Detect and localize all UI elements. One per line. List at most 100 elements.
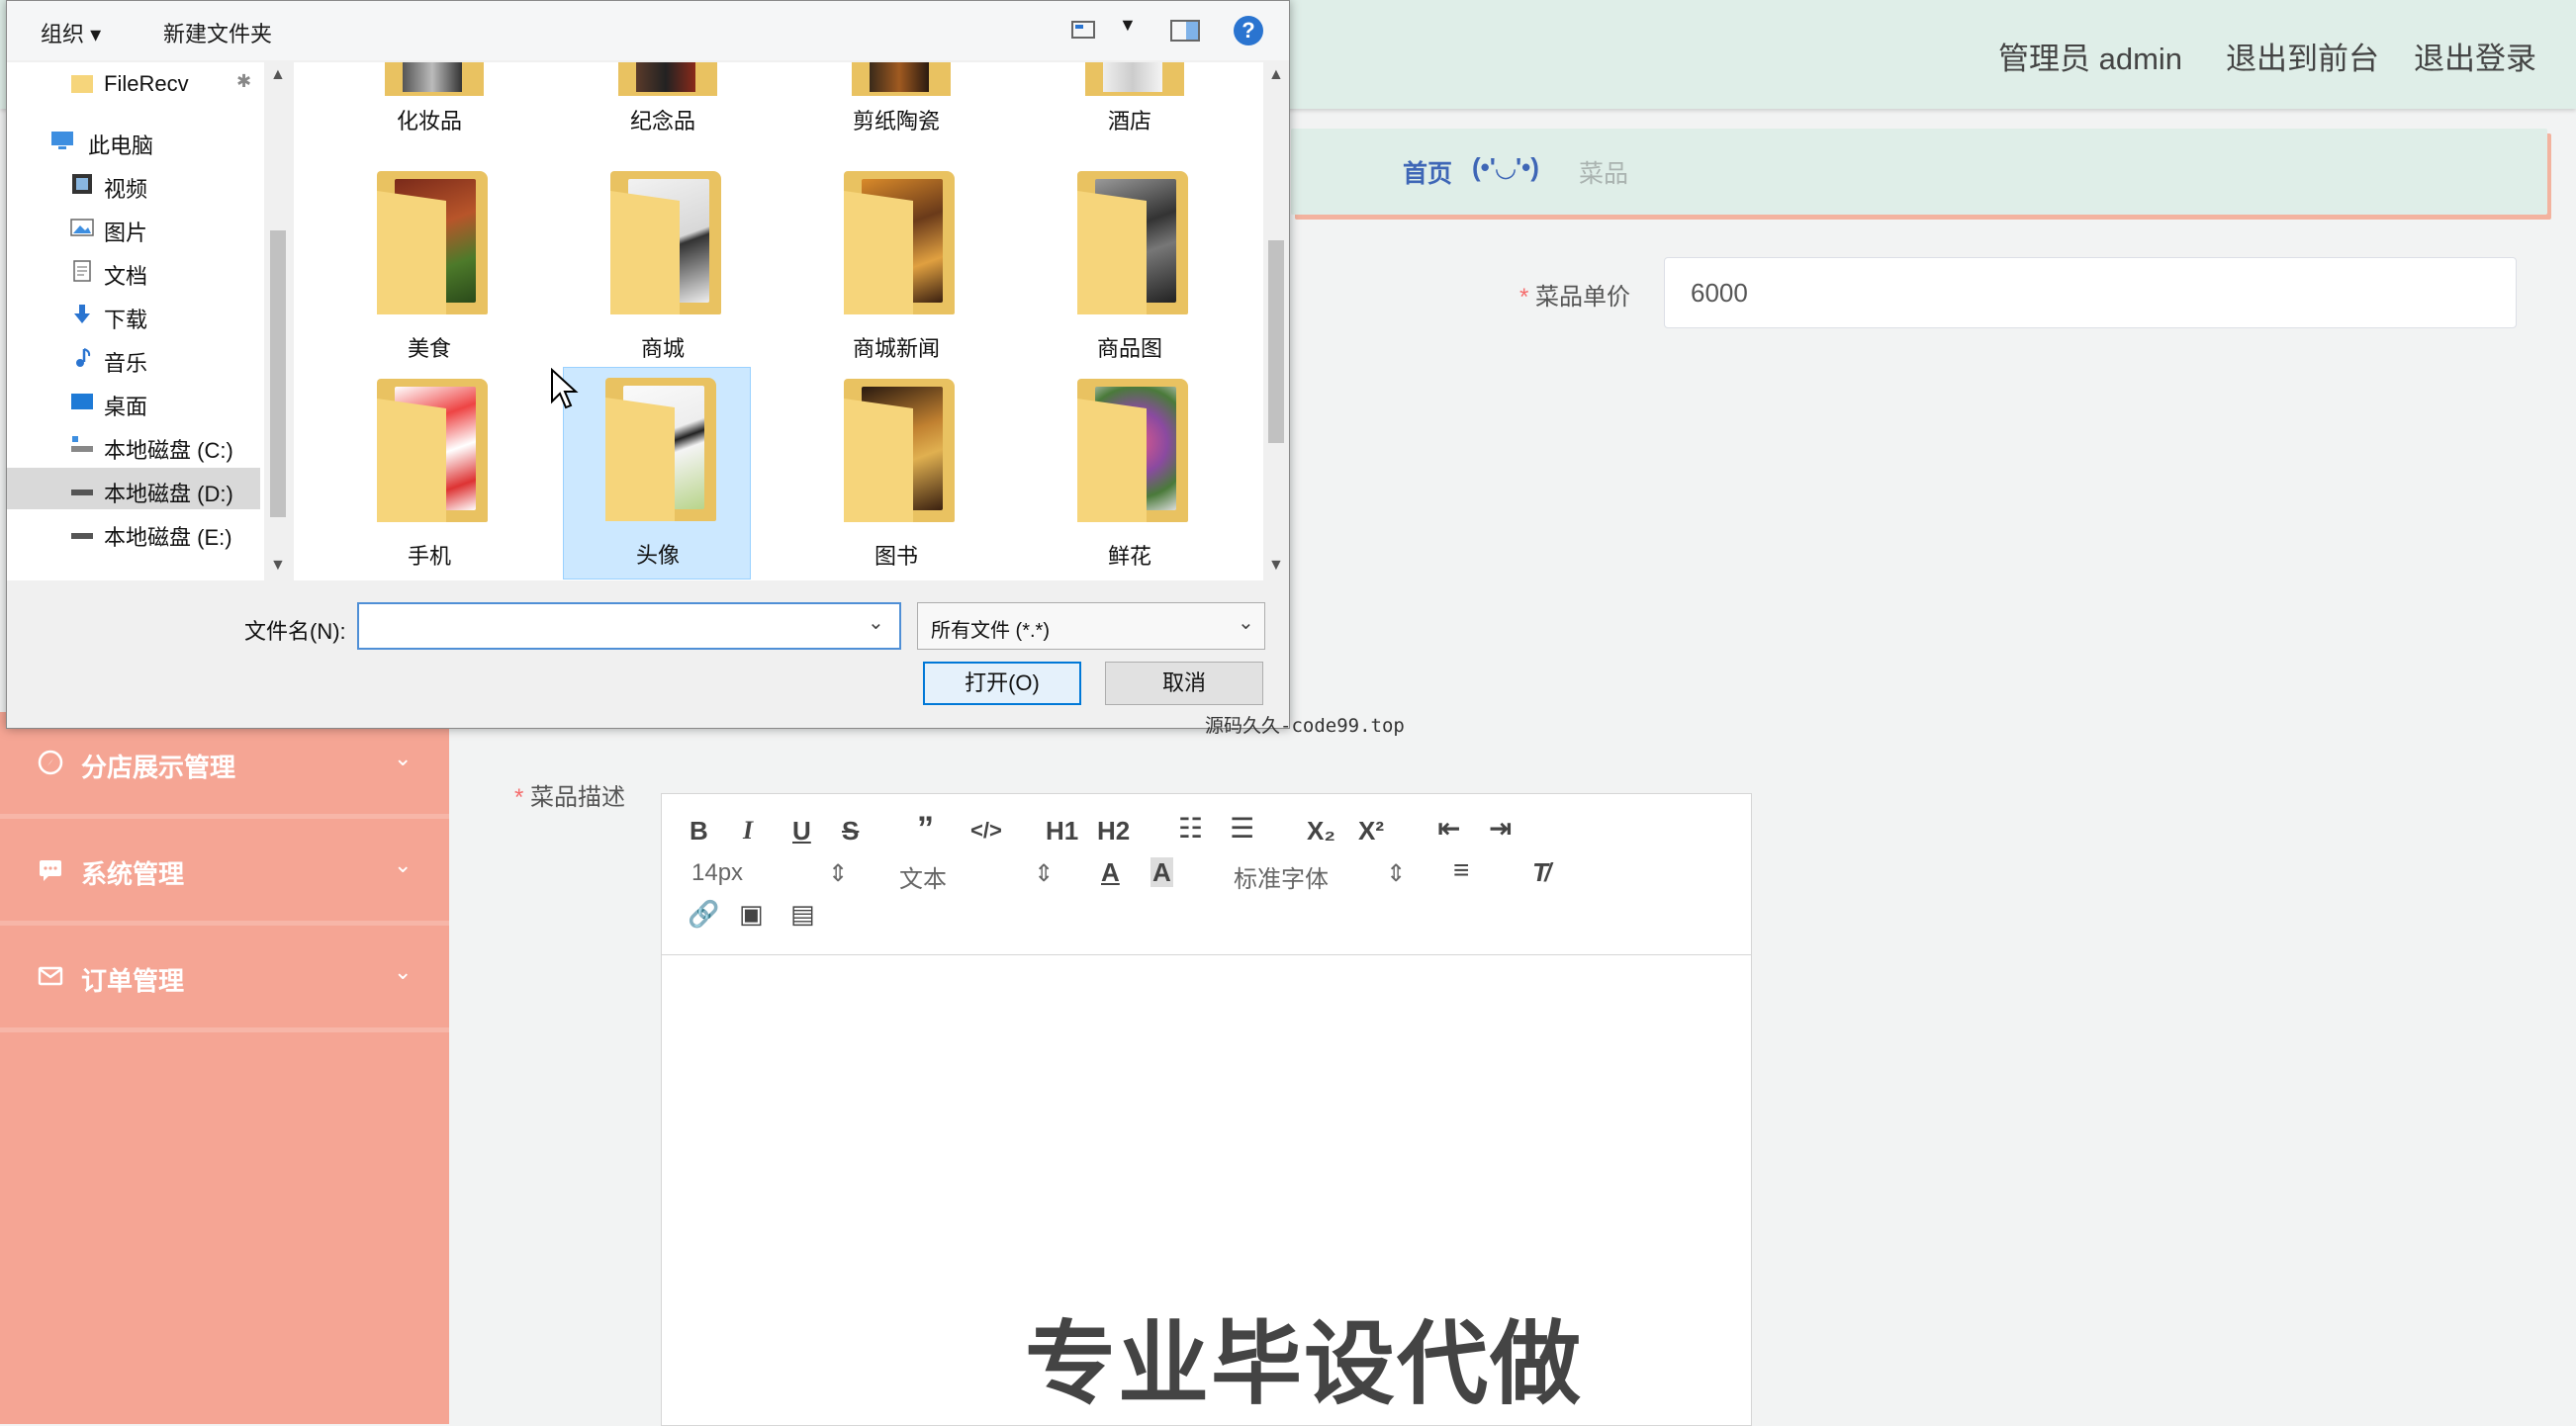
nav-item-documents[interactable]: 文档 [7,250,260,292]
breadcrumb-home-link[interactable]: 首页 [1403,154,1452,190]
heading1-icon[interactable]: H1 [1046,816,1078,846]
chevron-down-icon[interactable]: ⌄ [1238,610,1254,635]
organize-menu[interactable]: 组织 ▾ [41,17,101,48]
watermark-small-text: 源码久久-code99.top [1205,715,1405,737]
folder-item[interactable]: 纪念品 [569,62,757,141]
filename-label: 文件名(N): [244,619,346,644]
filename-input[interactable] [357,602,901,650]
video-icon[interactable]: ▤ [790,899,815,929]
nav-item-desktop[interactable]: 桌面 [7,381,260,422]
font-family-select[interactable]: 标准字体 [1234,859,1329,894]
exit-to-front-link[interactable]: 退出到前台 [2226,34,2379,78]
nav-item-videos[interactable]: 视频 [7,163,260,205]
nav-scrollbar[interactable]: ▲ ▼ [264,62,292,580]
folder-item[interactable]: 化妆品 [335,62,523,141]
nav-item-label: 音乐 [104,351,148,376]
price-label-text: 菜品单价 [1535,284,1631,311]
scroll-down-icon[interactable]: ▼ [270,557,286,575]
superscript-icon[interactable]: X² [1358,816,1384,846]
folder-front [1077,399,1147,522]
nav-item-label: 图片 [104,221,148,245]
subscript-icon[interactable]: X₂ [1307,816,1335,846]
folder-preview-image [870,62,929,92]
open-button[interactable]: 打开(O) [923,662,1081,705]
folder-item[interactable]: 手机 [335,369,523,580]
folder-item[interactable]: 商城新闻 [802,161,990,374]
background-color-icon[interactable]: A [1150,857,1173,887]
heading2-icon[interactable]: H2 [1097,816,1130,846]
folder-item[interactable]: 鲜花 [1036,369,1224,580]
underline-icon[interactable]: U [792,816,811,846]
preview-pane-icon[interactable] [1170,19,1200,43]
font-color-icon[interactable]: A [1101,857,1120,887]
file-scrollbar[interactable]: ▲ ▼ [1263,62,1289,580]
nav-item-music[interactable]: 音乐 [7,337,260,379]
folder-front [610,191,680,314]
outdent-icon[interactable]: ⇤ [1437,814,1460,844]
video-icon [72,174,92,194]
folder-item[interactable]: 酒店 [1036,62,1224,141]
folder-item-selected[interactable]: 头像 [563,367,751,579]
bullet-list-icon[interactable]: ☰ [1230,814,1254,844]
document-icon [73,260,91,282]
help-icon[interactable]: ? [1234,16,1263,45]
nav-item-label: 桌面 [104,395,148,419]
folder-label: 纪念品 [629,109,695,134]
select-arrows-icon: ⇕ [1386,860,1407,887]
link-icon[interactable]: 🔗 [688,899,719,929]
indent-icon[interactable]: ⇥ [1489,814,1512,844]
sidebar-item-label: 系统管理 [81,859,185,889]
new-folder-button[interactable]: 新建文件夹 [163,17,272,48]
logout-link[interactable]: 退出登录 [2414,34,2536,78]
scroll-down-icon[interactable]: ▼ [1268,557,1284,575]
nav-item-filerecv[interactable]: FileRecv ✱ [7,62,260,104]
align-icon[interactable]: ≡ [1453,855,1469,885]
italic-icon[interactable]: I [743,816,753,846]
scroll-thumb[interactable] [270,230,286,517]
admin-user-label: 管理员 admin [1998,42,2183,76]
folder-label: 剪纸陶瓷 [852,109,940,134]
format-select[interactable]: 文本 [899,859,947,894]
quote-icon[interactable]: ” [917,812,934,846]
folder-front [605,398,675,521]
image-icon[interactable]: ▣ [739,899,764,929]
nav-item-this-pc[interactable]: 此电脑 [7,120,260,161]
bold-icon[interactable]: B [690,816,708,846]
code-icon[interactable]: </> [970,816,1002,846]
scroll-up-icon[interactable]: ▲ [270,66,286,84]
cancel-button[interactable]: 取消 [1105,662,1263,705]
scroll-thumb[interactable] [1268,240,1284,443]
nav-item-drive-d[interactable]: 本地磁盘 (D:) [7,468,260,509]
nav-item-pictures[interactable]: 图片 [7,207,260,248]
chevron-down-icon: ⌄ [394,746,413,770]
view-options-icon[interactable] [1071,19,1097,41]
drive-icon [71,436,93,452]
folder-front [377,399,446,522]
required-mark: * [514,784,524,811]
folder-item[interactable]: 图书 [802,369,990,580]
sidebar-item-orders[interactable]: 订单管理 ⌄ [0,926,449,1032]
nav-item-downloads[interactable]: 下载 [7,294,260,335]
font-size-select[interactable]: 14px [691,859,743,887]
chevron-down-icon[interactable]: ⌄ [868,610,884,635]
folder-item[interactable]: 美食 [335,161,523,374]
nav-item-label: 文档 [104,264,148,289]
view-dropdown-icon[interactable]: ▼ [1119,15,1137,36]
music-icon [76,348,91,367]
mouse-cursor-icon [551,368,579,409]
folder-item[interactable]: 剪纸陶瓷 [802,62,990,141]
folder-front [1077,191,1147,314]
nav-item-drive-c[interactable]: 本地磁盘 (C:) [7,424,260,466]
nav-item-drive-e[interactable]: 本地磁盘 (E:) [7,511,260,553]
scroll-up-icon[interactable]: ▲ [1268,66,1284,84]
description-field-label: * 菜品描述 [514,777,625,812]
clear-format-icon[interactable]: T̸ [1532,857,1548,887]
sidebar-item-system[interactable]: 系统管理 ⌄ [0,819,449,926]
ordered-list-icon[interactable]: ☷ [1178,814,1203,844]
editor-toolbar: B I U S ” </> H1 H2 ☷ ☰ X₂ X² ⇤ ⇥ 14px ⇕… [662,794,1751,955]
folder-item[interactable]: 商城 [569,161,757,374]
price-input[interactable]: 6000 [1664,257,2517,328]
folder-item[interactable]: 商品图 [1036,161,1224,374]
required-mark: * [1519,284,1529,311]
strikethrough-icon[interactable]: S [842,816,859,846]
